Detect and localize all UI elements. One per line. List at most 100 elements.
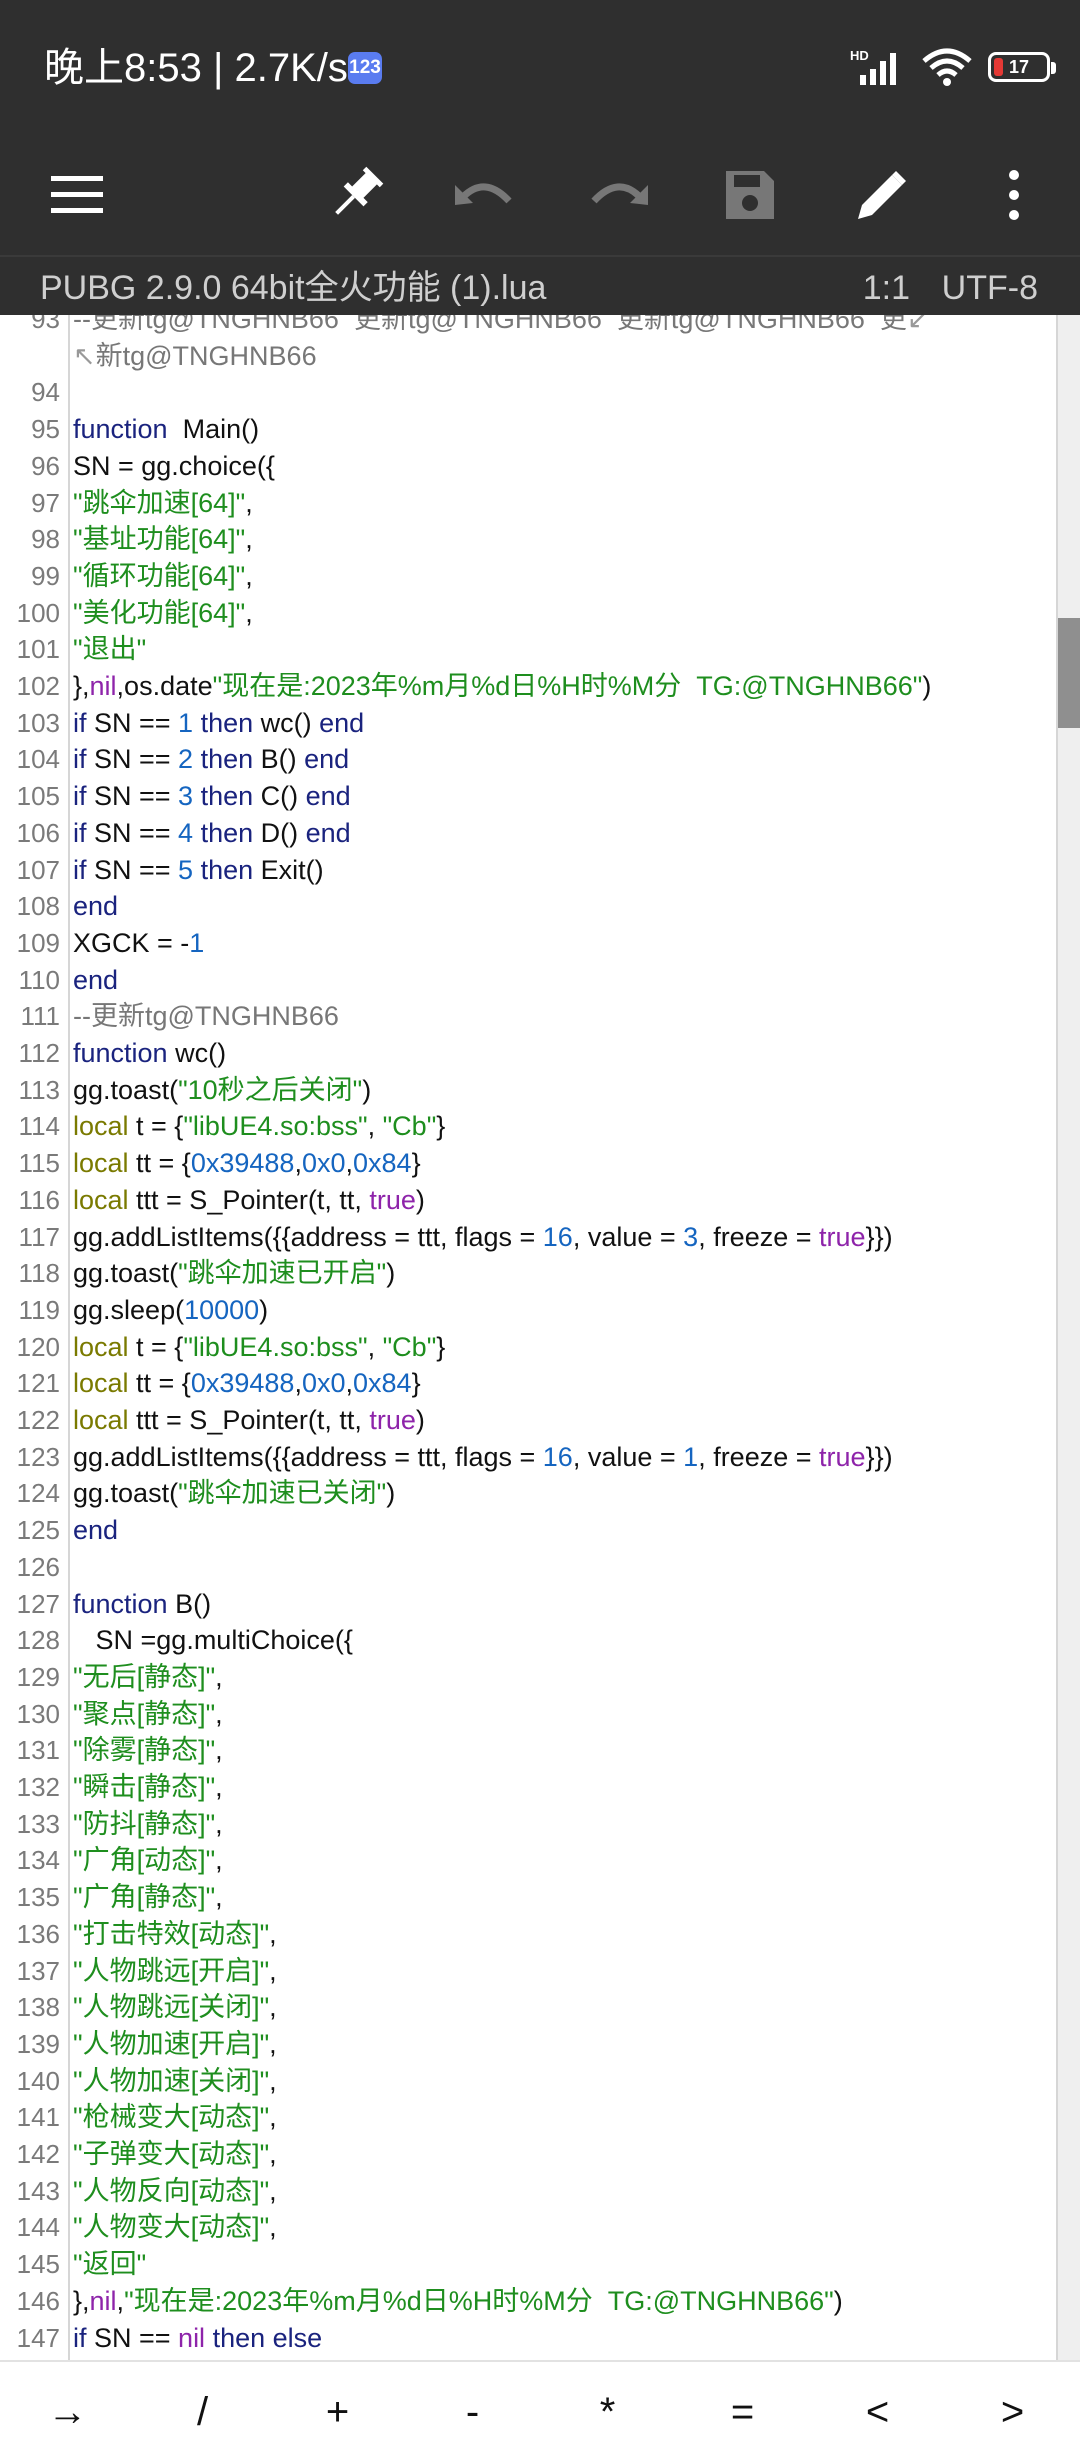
code-text: XGCK = -1 [73, 925, 204, 961]
code-token: , [367, 1331, 383, 1362]
symbol-key[interactable]: > [945, 2362, 1080, 2462]
line-number: 101 [16, 634, 60, 665]
code-token: nil [89, 2285, 117, 2316]
more-button[interactable] [964, 145, 1064, 245]
line-number: 116 [18, 1184, 60, 1215]
code-token: "无后[静态]" [73, 1661, 216, 1692]
line-number: 93 [31, 315, 60, 334]
symbol-key[interactable]: - [405, 2362, 540, 2462]
code-token: SN = gg.choice({ [73, 450, 275, 481]
line-number: 108 [16, 891, 60, 922]
code-token: "人物变大[动态]" [73, 2212, 270, 2243]
code-text: gg.toast("10秒之后关闭") [73, 1072, 371, 1108]
code-text: local ttt = S_Pointer(t, tt, true) [73, 1402, 425, 1438]
wifi-icon [922, 48, 972, 86]
code-token: "跳伞加速[64]" [73, 487, 246, 518]
line-number: 114 [18, 1111, 60, 1142]
code-token: gg.addListItems({{address = ttt, flags = [73, 1441, 543, 1472]
code-token: 10000 [184, 1294, 260, 1325]
code-token: if [73, 707, 87, 738]
edit-button[interactable] [832, 145, 932, 245]
code-token: ttt = S_Pointer(t, tt, [128, 1405, 370, 1435]
code-text: local ttt = S_Pointer(t, tt, true) [73, 1182, 425, 1218]
code-token: nil [178, 2322, 206, 2353]
line-number: 103 [16, 707, 60, 738]
code-token: ) [922, 671, 932, 701]
code-token: wc() [167, 1038, 227, 1068]
code-token: "跳伞加速已开启" [178, 1258, 387, 1289]
code-text: gg.sleep(10000) [73, 1292, 268, 1328]
code-token: then [193, 707, 254, 738]
code-token: , [215, 1772, 223, 1802]
code-text: if SN == 2 then B() end [73, 741, 349, 777]
code-token: , [294, 1368, 302, 1399]
code-token: else [265, 2322, 323, 2353]
code-token: B() [253, 744, 305, 775]
menu-button[interactable] [27, 145, 127, 245]
code-token: "人物跳远[关闭]" [73, 1992, 270, 2023]
code-token: local [73, 1405, 129, 1435]
code-token: , value = [572, 1441, 684, 1472]
code-token: , [269, 2175, 277, 2206]
code-text: end [73, 1512, 118, 1548]
line-number: 138 [16, 1992, 60, 2023]
file-encoding: UTF-8 [941, 269, 1038, 307]
code-token: D() [253, 817, 306, 848]
code-token: if [73, 744, 87, 775]
symbol-key[interactable]: < [810, 2362, 945, 2462]
code-token: local [73, 1111, 129, 1142]
code-token: end [73, 891, 119, 922]
code-token: "广角[动态]" [73, 1845, 216, 1876]
code-text: if SN == nil then else [73, 2320, 322, 2356]
code-editor[interactable]: 93 --更新tg@TNGHNB66 更新tg@TNGHNB66 更新tg@TNG… [0, 315, 1080, 2360]
undo-button[interactable] [435, 145, 535, 245]
code-token: "子弹变大[动态]" [73, 2139, 270, 2169]
code-token: "枪械变大[动态]" [73, 2102, 270, 2133]
save-button[interactable] [700, 145, 800, 245]
code-text: function B() [73, 1586, 211, 1622]
code-token: local [73, 1184, 129, 1215]
status-bar: 晚上8:53 | 2.7K/s 123 HD 17 [0, 0, 1080, 135]
code-token: "除雾[静态]" [73, 1735, 216, 1766]
pin-button[interactable] [305, 145, 405, 245]
code-text: gg.addListItems({{address = ttt, flags =… [73, 1439, 893, 1475]
scrollbar-thumb[interactable] [1058, 618, 1080, 728]
code-token: "Cb" [382, 1331, 437, 1362]
code-token: , [245, 597, 253, 628]
save-icon [726, 171, 774, 219]
line-number: 124 [16, 1478, 60, 1509]
code-token: , [367, 1111, 383, 1142]
code-token: ) [415, 1405, 425, 1435]
symbol-key[interactable]: * [540, 2362, 675, 2462]
code-token: }, [73, 671, 90, 701]
symbol-key[interactable]: → [0, 2362, 135, 2462]
menu-icon [51, 176, 103, 213]
code-token: 0x84 [353, 1368, 412, 1399]
symbol-key[interactable]: = [675, 2362, 810, 2462]
line-number: 115 [18, 1148, 60, 1179]
symbol-key[interactable]: + [270, 2362, 405, 2462]
code-token: "循环功能[64]" [73, 560, 246, 591]
code-token: "人物反向[动态]" [73, 2175, 270, 2206]
line-number: 129 [16, 1661, 60, 1692]
code-text: if SN == 4 then D() end [73, 815, 351, 851]
code-token: 4 [178, 817, 194, 848]
redo-button[interactable] [568, 145, 668, 245]
code-token: , [345, 1368, 354, 1399]
code-token: ) [259, 1294, 269, 1325]
line-number: 131 [16, 1735, 60, 1766]
line-number: 118 [18, 1258, 60, 1289]
code-token: end [319, 707, 365, 738]
line-number: 140 [16, 2065, 60, 2096]
code-token: ttt = S_Pointer(t, tt, [128, 1184, 370, 1215]
code-token: tt = { [128, 1368, 191, 1399]
symbol-key[interactable]: / [135, 2362, 270, 2462]
code-text: "循环功能[64]", [73, 558, 253, 594]
keyboard-badge: 123 [348, 52, 382, 84]
code-token: gg.toast( [73, 1258, 179, 1289]
symbol-bar: → / + - * = < > [0, 2360, 1080, 2462]
code-token: ) [415, 1184, 425, 1215]
signal-label: HD [850, 48, 869, 63]
code-token: gg.sleep( [73, 1294, 185, 1325]
code-text: "基址功能[64]", [73, 521, 253, 557]
